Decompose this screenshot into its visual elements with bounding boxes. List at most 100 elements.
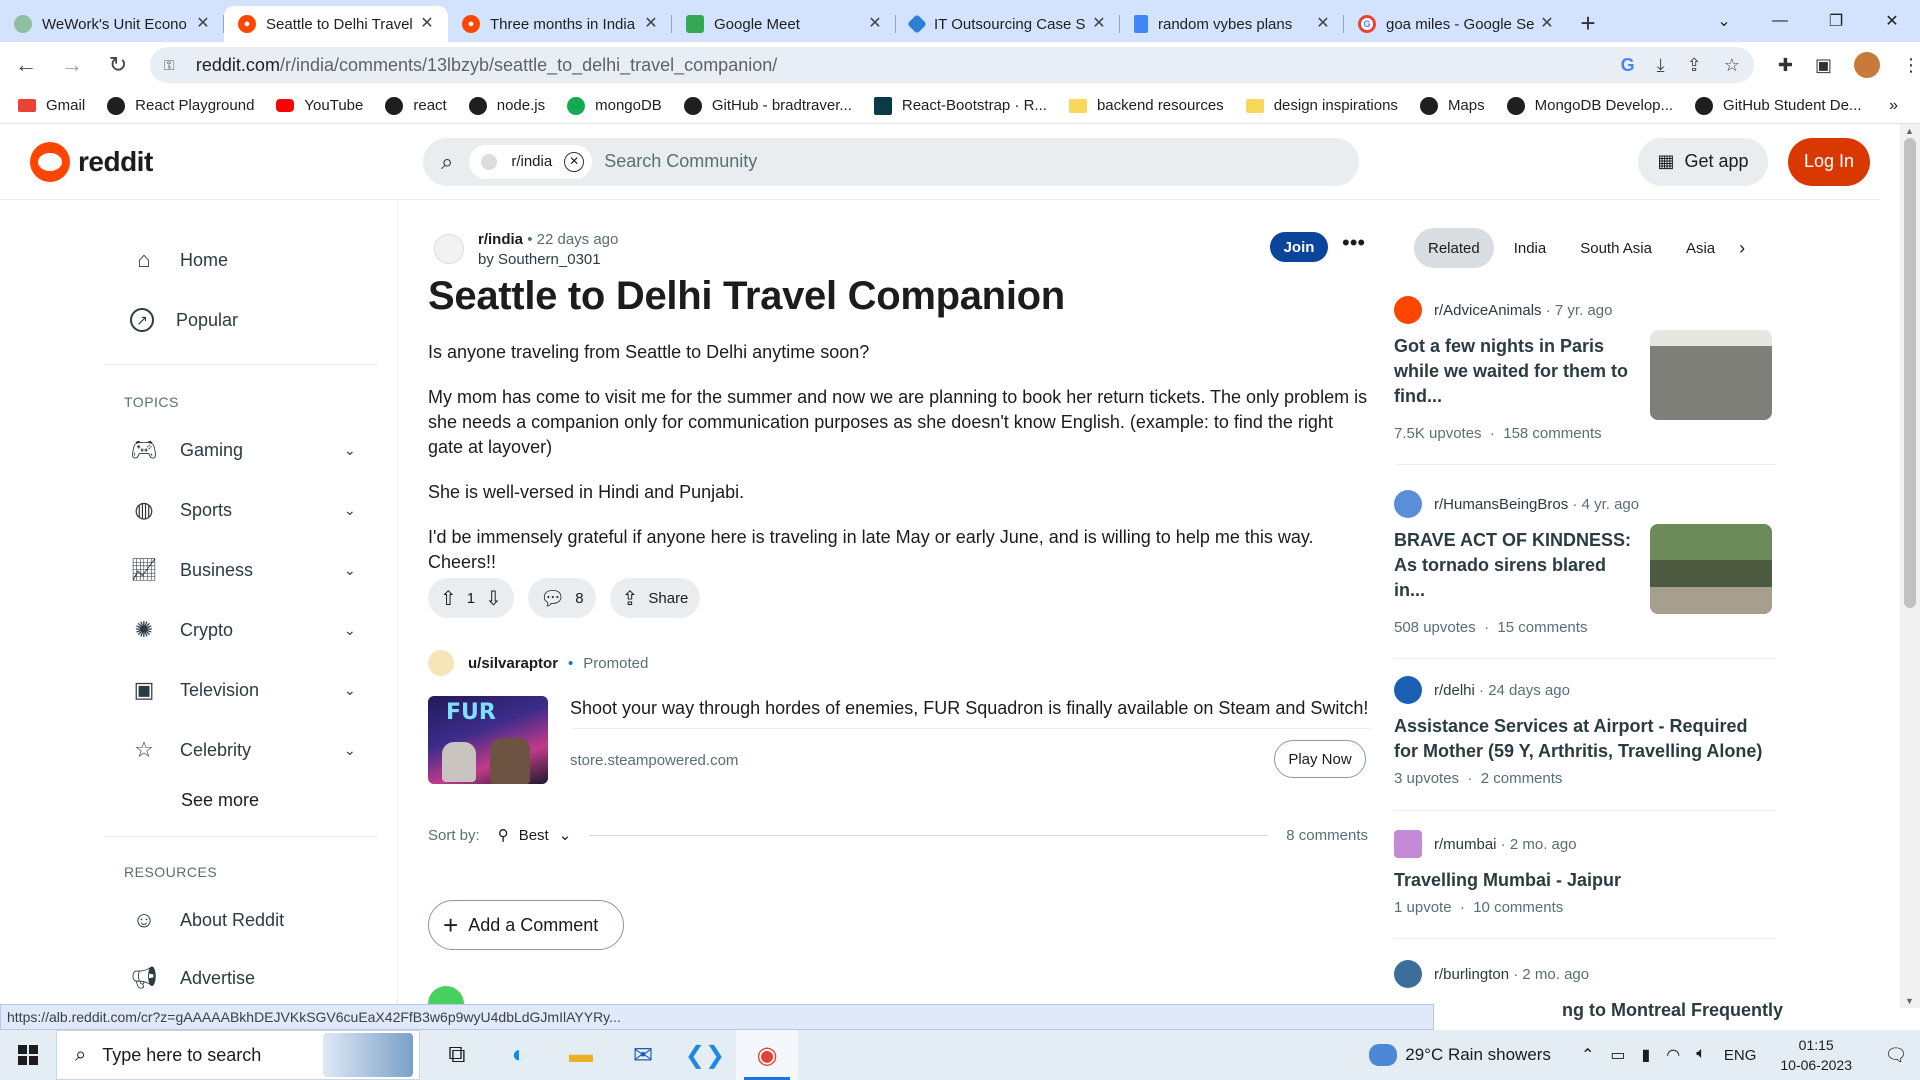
sidebar-item-crypto[interactable]: ✺ Crypto ⌄ — [130, 616, 356, 644]
promoted-user[interactable]: u/silvaraptor — [468, 655, 558, 672]
related-title[interactable]: BRAVE ACT OF KINDNESS: As tornado sirens… — [1394, 528, 1634, 603]
ad-domain[interactable]: store.steampowered.com — [570, 752, 738, 769]
chevron-down-icon[interactable]: ⌄ — [344, 622, 356, 639]
community-chip[interactable]: r/india ✕ — [469, 144, 593, 179]
close-icon[interactable]: ✕ — [194, 15, 212, 33]
related-post-card[interactable]: r/burlington · 2 mo. ago — [1394, 960, 1776, 988]
browser-tab-1[interactable]: ● Seattle to Delhi Travel ✕ — [224, 6, 448, 42]
extensions-icon[interactable]: ✚ — [1778, 55, 1793, 76]
related-title[interactable]: Assistance Services at Airport - Require… — [1394, 714, 1776, 764]
browser-tab-4[interactable]: IT Outsourcing Case S ✕ — [896, 6, 1120, 42]
forward-button[interactable]: → — [52, 45, 92, 85]
more-options-icon[interactable]: ••• — [1342, 230, 1365, 256]
sidebar-item-business[interactable]: 📈︎ Business ⌄ — [130, 556, 356, 584]
sidebar-item-about-reddit[interactable]: ☺ About Reddit — [130, 906, 284, 934]
sidebar-item-home[interactable]: ⌂ Home — [130, 246, 228, 274]
bookmark-youtube[interactable]: YouTube — [276, 97, 363, 114]
browser-tab-0[interactable]: WeWork's Unit Econo ✕ — [0, 6, 224, 42]
bookmark-star-icon[interactable]: ☆ — [1724, 55, 1740, 76]
file-explorer-icon[interactable]: ▬ — [550, 1030, 612, 1080]
chevron-up-icon[interactable]: ⌃ — [1581, 1045, 1594, 1065]
edge-icon[interactable]: ◐ — [488, 1030, 550, 1080]
bookmark-react[interactable]: react — [385, 96, 447, 115]
sidebar-item-advertise[interactable]: 📢︎ Advertise — [130, 964, 255, 992]
related-subreddit[interactable]: r/mumbai — [1434, 836, 1497, 853]
subreddit-avatar[interactable] — [434, 234, 464, 264]
comments-button[interactable]: 💬︎ 8 — [527, 578, 596, 618]
sidebar-item-television[interactable]: ▣ Television ⌄ — [130, 676, 356, 704]
ad-thumbnail[interactable]: FUR — [428, 696, 548, 784]
play-now-button[interactable]: Play Now — [1274, 740, 1366, 778]
url-input[interactable]: ⚿ reddit.com/r/india/comments/13lbzyb/se… — [149, 47, 1754, 83]
new-tab-button[interactable]: + — [1568, 6, 1608, 42]
bookmark-maps[interactable]: Maps — [1419, 96, 1485, 115]
subreddit-link[interactable]: r/india — [478, 231, 523, 248]
bookmark-backend-resources[interactable]: backend resources — [1068, 97, 1224, 114]
related-thumbnail[interactable] — [1650, 524, 1772, 614]
sidebar-item-celebrity[interactable]: ☆ Celebrity ⌄ — [130, 736, 356, 764]
related-title[interactable]: Got a few nights in Paris while we waite… — [1394, 334, 1634, 409]
related-subreddit[interactable]: r/delhi — [1434, 682, 1475, 699]
tab-india[interactable]: India — [1500, 228, 1561, 268]
browser-tab-5[interactable]: random vybes plans ✕ — [1120, 6, 1344, 42]
sidebar-item-popular[interactable]: ↗ Popular — [130, 308, 238, 332]
close-icon[interactable]: ✕ — [1314, 15, 1332, 33]
user-avatar[interactable] — [428, 650, 454, 676]
get-app-button[interactable]: ▦ Get app — [1638, 137, 1768, 186]
site-info-icon[interactable]: ⚿ — [164, 57, 180, 73]
related-title[interactable]: Travelling Mumbai - Jaipur — [1394, 868, 1776, 893]
chevron-down-icon[interactable]: ⌄ — [344, 682, 356, 699]
mail-icon[interactable]: ✉ — [612, 1030, 674, 1080]
scroll-down-icon[interactable]: ▼ — [1905, 996, 1914, 1006]
vscode-icon[interactable]: ❮❯ — [674, 1030, 736, 1080]
close-icon[interactable]: ✕ — [1538, 15, 1556, 33]
start-button[interactable] — [0, 1030, 56, 1080]
ad-headline[interactable]: Shoot your way through hordes of enemies… — [570, 698, 1368, 719]
taskbar-search-input[interactable]: Type here to search — [102, 1045, 261, 1066]
sidebar-item-gaming[interactable]: 🎮︎ Gaming ⌄ — [130, 436, 356, 464]
related-thumbnail[interactable] — [1650, 330, 1772, 420]
browser-tab-6[interactable]: G goa miles - Google Se ✕ — [1344, 6, 1568, 42]
bookmark-mongodb-developer[interactable]: MongoDB Develop... — [1506, 96, 1673, 115]
bookmark-gmail[interactable]: Gmail — [18, 97, 85, 114]
minimize-button[interactable]: — — [1752, 12, 1808, 30]
scroll-thumb[interactable] — [1904, 138, 1916, 608]
related-post-card[interactable]: r/delhi · 24 days ago Assistance Service… — [1394, 676, 1776, 811]
close-icon[interactable]: ✕ — [1090, 15, 1108, 33]
see-more-link[interactable]: See more — [181, 790, 259, 811]
reddit-logo[interactable]: reddit — [30, 141, 153, 182]
browser-tab-2[interactable]: ● Three months in India ✕ — [448, 6, 672, 42]
taskbar-search[interactable]: ⌕ Type here to search — [56, 1030, 420, 1080]
browser-tab-3[interactable]: Google Meet ✕ — [672, 6, 896, 42]
related-post-card[interactable]: r/mumbai · 2 mo. ago Travelling Mumbai -… — [1394, 830, 1776, 939]
bookmark-react-bootstrap[interactable]: React-Bootstrap · R... — [873, 96, 1047, 115]
bookmark-github-student[interactable]: GitHub Student De... — [1695, 96, 1861, 115]
chevron-down-icon[interactable]: ⌄ — [344, 742, 356, 759]
google-lens-icon[interactable]: G — [1621, 55, 1635, 76]
tab-south-asia[interactable]: South Asia — [1566, 228, 1666, 268]
chevron-down-icon[interactable]: ⌄ — [344, 562, 356, 579]
related-post-card[interactable]: r/AdviceAnimals · 7 yr. ago Got a few ni… — [1394, 296, 1776, 465]
sort-dropdown[interactable]: ⚲ Best ⌄ — [498, 826, 572, 845]
menu-icon[interactable]: ⋮ — [1902, 55, 1920, 76]
clear-chip-icon[interactable]: ✕ — [564, 151, 585, 172]
search-input[interactable]: Search Community — [604, 151, 757, 172]
language-indicator[interactable]: ENG — [1724, 1047, 1757, 1064]
weather-widget[interactable]: 29°C Rain showers — [1369, 1044, 1551, 1066]
bookmarks-overflow-button[interactable]: » — [1889, 97, 1898, 115]
post-author[interactable]: by Southern_0301 — [478, 250, 618, 270]
profile-avatar[interactable] — [1853, 52, 1880, 78]
scroll-up-icon[interactable]: ▲ — [1905, 126, 1914, 136]
related-title[interactable]: ng to Montreal Frequently — [1562, 1000, 1783, 1021]
close-icon[interactable]: ✕ — [866, 15, 884, 33]
chevron-down-icon[interactable]: ⌄ — [344, 442, 356, 459]
chrome-icon[interactable]: ◉ — [736, 1030, 798, 1080]
tab-search-icon[interactable]: ⌄ — [1696, 11, 1752, 31]
chevron-right-icon[interactable]: › — [1739, 238, 1745, 259]
related-post-card[interactable]: r/HumansBeingBros · 4 yr. ago BRAVE ACT … — [1394, 490, 1776, 659]
notifications-icon[interactable]: 🗨︎ — [1872, 1045, 1920, 1066]
bookmark-design-inspirations[interactable]: design inspirations — [1245, 97, 1398, 114]
tab-related[interactable]: Related — [1414, 228, 1494, 268]
chevron-down-icon[interactable]: ⌄ — [344, 502, 356, 519]
bookmark-mongodb[interactable]: mongoDB — [567, 96, 662, 115]
